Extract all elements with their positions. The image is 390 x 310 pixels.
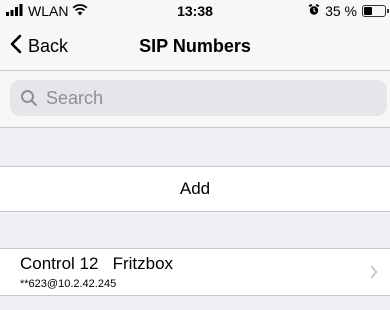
status-right: 35 % bbox=[308, 3, 389, 19]
wifi-icon bbox=[72, 3, 88, 19]
carrier-label: WLAN bbox=[28, 3, 69, 19]
alarm-icon bbox=[308, 3, 320, 19]
add-button[interactable]: Add bbox=[0, 166, 390, 212]
search-container bbox=[0, 71, 390, 127]
chevron-right-icon bbox=[370, 265, 378, 284]
status-left: WLAN bbox=[6, 3, 88, 19]
chevron-left-icon bbox=[10, 34, 22, 59]
magnifier-icon bbox=[20, 89, 38, 107]
back-label: Back bbox=[28, 36, 69, 56]
contact-name: Control 12 Fritzbox bbox=[20, 254, 174, 273]
battery-level bbox=[364, 7, 372, 15]
battery-cap bbox=[387, 9, 389, 13]
search-bar[interactable] bbox=[10, 80, 387, 116]
navigation-bar: Back SIP Numbers bbox=[0, 26, 390, 70]
battery-icon bbox=[362, 5, 389, 17]
contact-address: **623@10.2.42.245 bbox=[20, 278, 117, 290]
list-item[interactable]: Control 12 Fritzbox **623@10.2.42.245 bbox=[0, 248, 390, 296]
back-button[interactable]: Back bbox=[10, 34, 68, 59]
add-label: Add bbox=[179, 179, 211, 198]
battery-percent: 35 % bbox=[325, 3, 357, 19]
signal-bars-icon bbox=[6, 3, 24, 19]
search-input[interactable] bbox=[44, 86, 387, 110]
search-divider bbox=[0, 127, 390, 128]
